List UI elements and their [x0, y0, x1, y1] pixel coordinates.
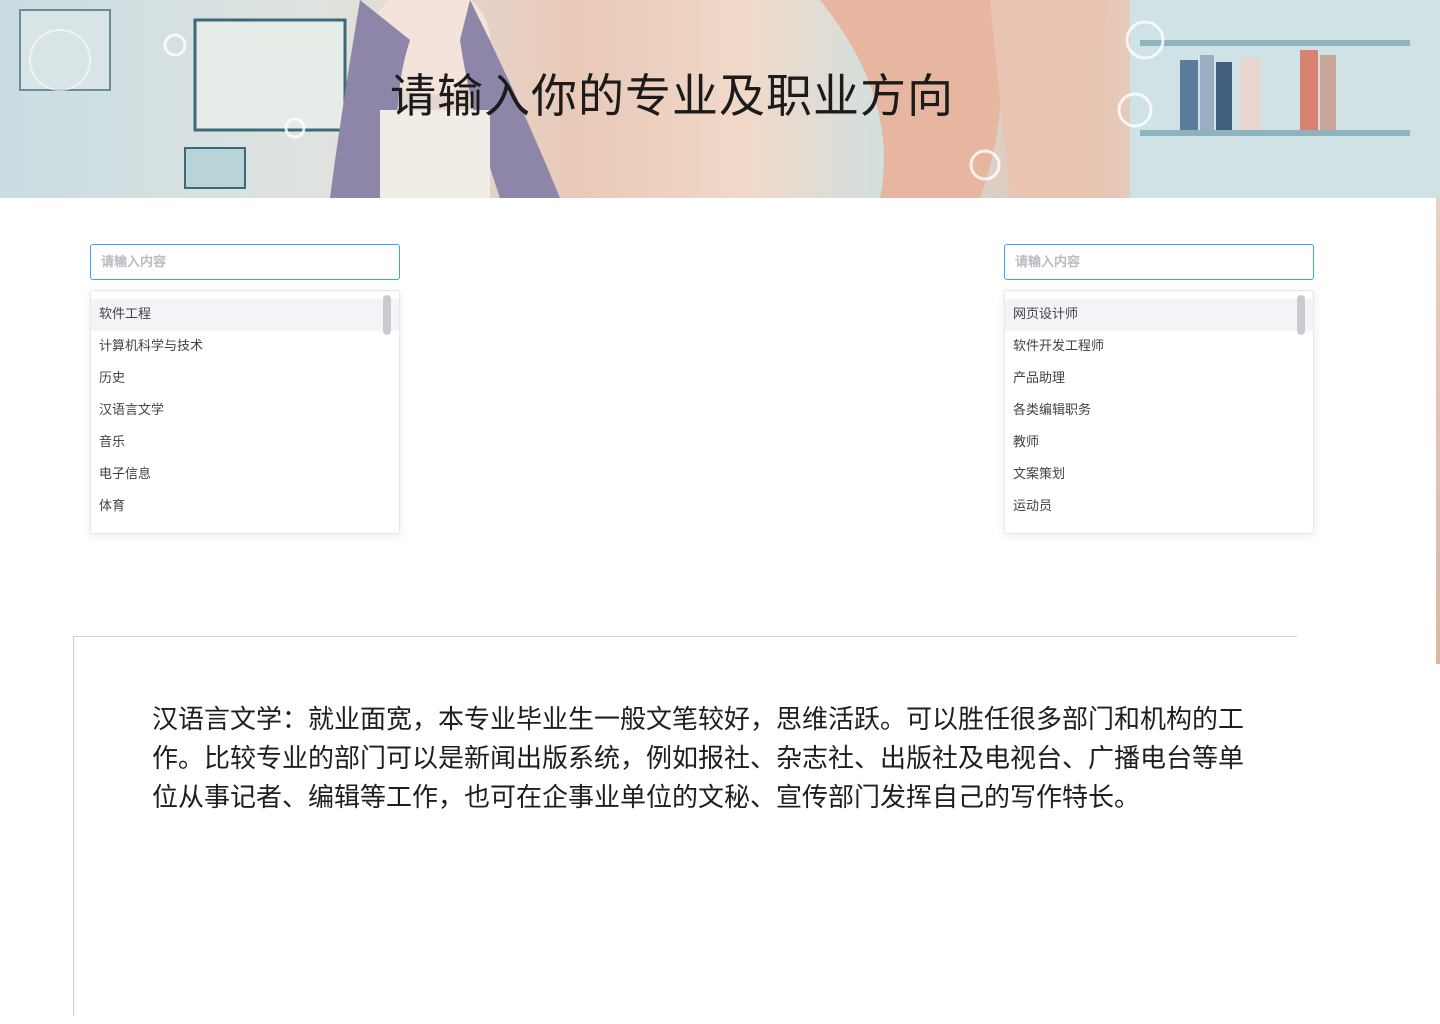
- decorative-strip: [1436, 198, 1440, 664]
- list-item[interactable]: 文案策划: [1005, 459, 1313, 491]
- list-item[interactable]: 汉语言文学: [91, 395, 399, 427]
- list-item[interactable]: 运动员: [1005, 491, 1313, 523]
- list-item[interactable]: 体育: [91, 491, 399, 523]
- page-title: 请输入你的专业及职业方向: [390, 69, 954, 123]
- list-item[interactable]: 网页设计师: [1005, 299, 1313, 331]
- list-item[interactable]: 音乐: [91, 427, 399, 459]
- major-suggestion-list[interactable]: 软件工程 计算机科学与技术 历史 汉语言文学 音乐 电子信息 体育: [90, 290, 400, 534]
- list-item[interactable]: 电子信息: [91, 459, 399, 491]
- list-item[interactable]: 产品助理: [1005, 363, 1313, 395]
- list-item[interactable]: 教师: [1005, 427, 1313, 459]
- list-item[interactable]: 各类编辑职务: [1005, 395, 1313, 427]
- career-suggestion-list[interactable]: 网页设计师 软件开发工程师 产品助理 各类编辑职务 教师 文案策划 运动员: [1004, 290, 1314, 534]
- description-panel: 汉语言文学：就业面宽，本专业毕业生一般文笔较好，思维活跃。可以胜任很多部门和机构…: [73, 636, 1297, 1016]
- header-banner: 请输入你的专业及职业方向: [0, 0, 1440, 198]
- list-item[interactable]: 计算机科学与技术: [91, 331, 399, 363]
- list-item[interactable]: 历史: [91, 363, 399, 395]
- major-search-input[interactable]: [90, 244, 400, 280]
- description-text: 汉语言文学：就业面宽，本专业毕业生一般文笔较好，思维活跃。可以胜任很多部门和机构…: [152, 705, 1245, 813]
- career-search-input[interactable]: [1004, 244, 1314, 280]
- list-item[interactable]: 软件工程: [91, 299, 399, 331]
- list-item[interactable]: 软件开发工程师: [1005, 331, 1313, 363]
- scrollbar-thumb[interactable]: [1297, 295, 1305, 335]
- scrollbar-thumb[interactable]: [383, 295, 391, 335]
